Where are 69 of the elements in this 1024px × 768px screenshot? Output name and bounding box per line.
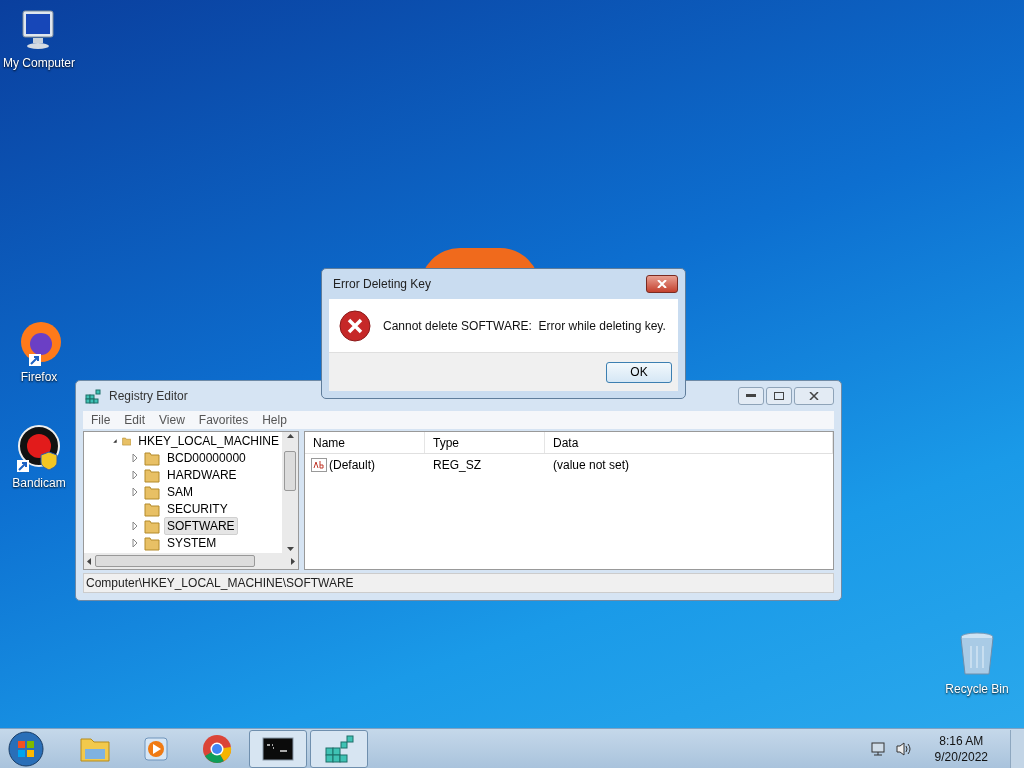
close-icon [809,392,819,400]
string-value-icon [311,458,327,472]
tree-item[interactable]: SAM [164,482,196,501]
tree-item[interactable]: SYSTEM [164,533,220,552]
menu-item[interactable]: Help [262,411,287,429]
folder-icon [144,517,160,534]
folder-icon [144,449,160,466]
folder-icon [144,534,160,551]
clock-date[interactable]: 9/20/2022 [934,748,988,765]
ok-button[interactable]: OK [606,361,672,383]
speaker-icon[interactable] [894,740,913,757]
scroll-down-icon[interactable] [286,547,294,551]
folder-icon [144,500,160,517]
terminal-icon[interactable] [262,736,294,761]
windows-logo-icon [8,730,44,767]
tree-item[interactable]: SECURITY [164,499,231,518]
close-button[interactable] [794,387,834,405]
error-message: Cannot delete SOFTWARE: Error while deleting key. [383,317,666,335]
table-cell-text: (Default) [329,457,375,474]
menu-item[interactable]: Favorites [198,411,249,429]
collapsed-arrow-icon[interactable] [130,452,140,463]
scrollbar-thumb[interactable] [284,451,296,491]
scroll-left-icon[interactable] [87,557,91,565]
tree-item[interactable]: HKEY_LOCAL_MACHINE [135,432,282,450]
minimize-icon [746,394,756,398]
close-icon [657,280,667,288]
folder-icon [144,483,160,500]
menu-item[interactable]: Edit [124,411,146,429]
network-icon[interactable] [868,740,887,757]
recycle-bin-icon [957,630,997,678]
table-cell-text: REG_SZ [432,457,482,474]
window-title: Registry Editor [109,388,188,405]
close-button[interactable] [646,275,678,293]
minimize-button[interactable] [738,387,764,405]
tree-item[interactable]: HARDWARE [164,465,240,484]
desktop-icon-label[interactable]: Bandicam [12,474,66,492]
bandicam-icon [15,424,63,472]
column-header[interactable]: Type [425,432,545,453]
scroll-up-icon[interactable] [286,434,294,438]
menu-item[interactable]: View [159,411,185,429]
status-bar: Computer\HKEY_LOCAL_MACHINE\SOFTWARE [83,573,834,593]
column-header[interactable]: Data [545,432,833,453]
dialog-title: Error Deleting Key [333,276,432,293]
taskbar-button[interactable] [249,729,307,768]
desktop-icon-label[interactable]: My Computer [3,54,75,72]
chrome-icon[interactable] [202,733,232,764]
registry-cubes-icon[interactable] [323,733,355,764]
scrollbar-thumb[interactable] [95,555,255,567]
maximize-icon [774,392,784,400]
collapsed-arrow-icon[interactable] [130,520,140,531]
scroll-right-icon[interactable] [291,557,295,565]
clock-time[interactable]: 8:16 AM [939,732,984,749]
tree-item[interactable]: BCD00000000 [164,448,249,467]
desktop-icon-label[interactable]: Firefox [20,368,58,386]
menu-item[interactable]: File [91,411,111,429]
column-header[interactable]: Name [305,432,425,453]
collapsed-arrow-icon[interactable] [130,537,140,548]
error-icon [339,309,371,342]
tree-item[interactable]: SOFTWARE [164,516,238,535]
start-button[interactable] [6,730,46,767]
registry-cubes-icon [85,388,101,404]
media-player-icon[interactable] [142,734,170,763]
table-cell-text: (value not set) [552,457,631,474]
vertical-scrollbar[interactable] [282,432,298,553]
folder-icon [144,466,160,483]
maximize-button[interactable] [766,387,792,405]
horizontal-scrollbar[interactable] [84,553,298,569]
collapsed-arrow-icon[interactable] [130,486,140,497]
collapsed-arrow-icon[interactable] [130,469,140,480]
